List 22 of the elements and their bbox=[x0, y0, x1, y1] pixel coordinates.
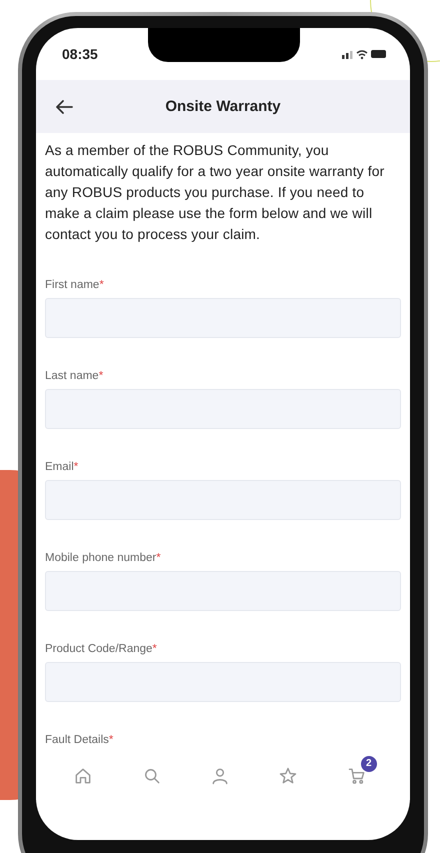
page-title: Onsite Warranty bbox=[165, 98, 281, 115]
input-field[interactable] bbox=[45, 662, 401, 702]
field-label: Product Code/Range* bbox=[45, 643, 157, 655]
status-time: 08:35 bbox=[62, 46, 98, 62]
intro-text: As a member of the ROBUS Community, you automatically qualify for a two year onsite warranty for any ROBUS products you purchase. If you need to make a claim please use the form below and we will contact you to process your claim. bbox=[45, 141, 386, 244]
status-icons bbox=[342, 48, 388, 60]
cart-count-badge: 2 bbox=[360, 756, 377, 772]
person-icon bbox=[210, 766, 230, 786]
input-field[interactable] bbox=[45, 298, 401, 338]
cart-icon bbox=[346, 766, 367, 786]
cart-tab[interactable]: 2 bbox=[342, 756, 377, 790]
field-label: Last name* bbox=[45, 370, 104, 382]
home-icon bbox=[73, 766, 94, 786]
input-field[interactable] bbox=[45, 389, 401, 429]
input-field[interactable] bbox=[45, 571, 401, 611]
field-label: First name* bbox=[45, 279, 104, 291]
field-label: Fault Details* bbox=[45, 734, 114, 745]
field-label: Mobile phone number* bbox=[45, 552, 161, 564]
input-field[interactable] bbox=[45, 480, 401, 520]
field-label: Email* bbox=[45, 461, 78, 473]
star-icon bbox=[278, 766, 298, 786]
back-arrow-icon[interactable] bbox=[54, 97, 74, 117]
